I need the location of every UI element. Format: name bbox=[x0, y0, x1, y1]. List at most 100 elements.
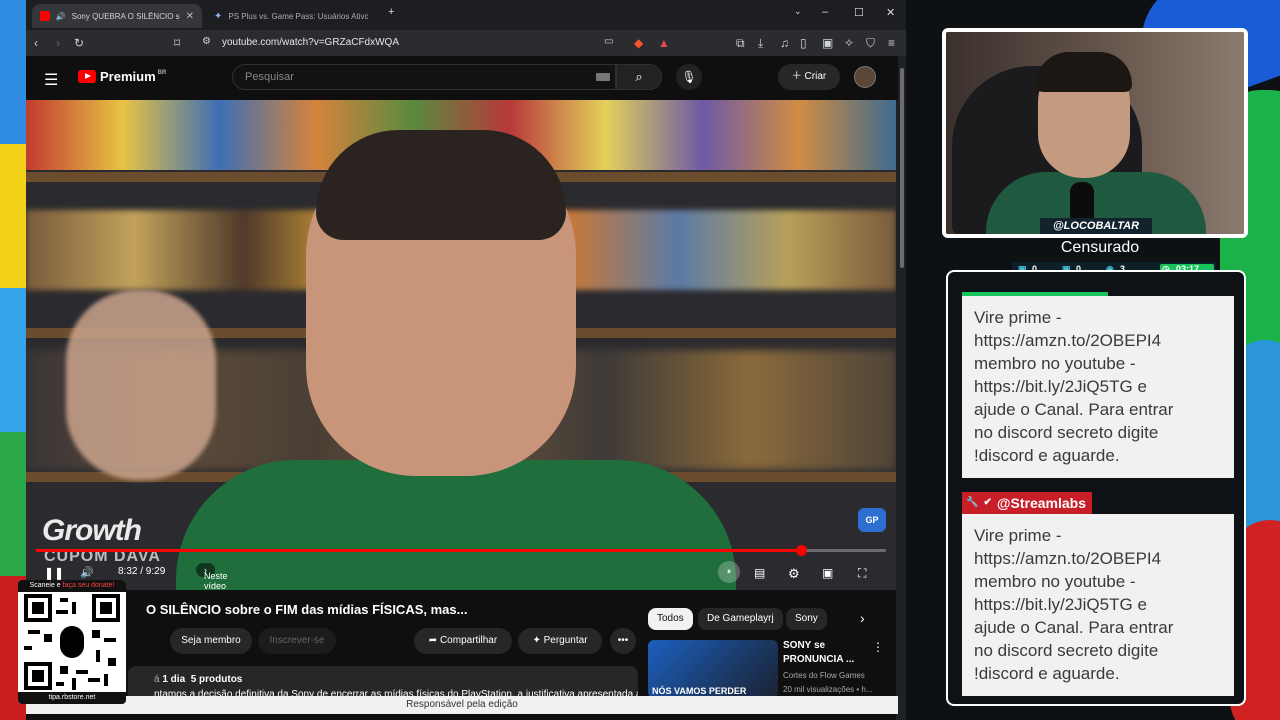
chip-channel[interactable]: De Gameplayrj bbox=[698, 608, 783, 630]
video-player[interactable]: Growth CUPOM DAVA GP ❚❚ 🔊 8:32 / 9:29 Ne… bbox=[26, 100, 896, 590]
download-icon[interactable]: ⤓ bbox=[758, 36, 763, 51]
cast-icon[interactable]: ▭ bbox=[604, 36, 613, 47]
search-button[interactable]: ⌕ bbox=[616, 64, 662, 90]
time-display: 8:32 / 9:29 bbox=[118, 566, 166, 577]
more-icon: ••• bbox=[617, 635, 629, 646]
streamer-hair bbox=[1036, 52, 1132, 92]
chevron-right-icon[interactable]: › bbox=[860, 610, 865, 626]
kebab-menu-icon[interactable]: ⋮ bbox=[872, 640, 884, 654]
close-tab-icon[interactable]: ✕ bbox=[186, 11, 194, 22]
message-line: no discord secreto digite bbox=[974, 423, 1159, 442]
sidebar-icon[interactable]: ▯ bbox=[800, 36, 807, 50]
upload-age: 1 dia bbox=[162, 674, 186, 685]
more-actions-button[interactable]: ••• bbox=[610, 628, 636, 654]
close-window-icon[interactable]: ✕ bbox=[886, 6, 895, 19]
message-line: Vire prime - bbox=[974, 308, 1062, 327]
tab-search-icon[interactable]: ⌄ bbox=[794, 6, 802, 17]
subtitles-icon[interactable]: ▤ bbox=[754, 566, 765, 580]
miniplayer-icon[interactable]: ▣ bbox=[822, 566, 833, 580]
recommended-title-line2[interactable]: PRONUNCIA ... bbox=[783, 654, 854, 665]
autoplay-toggle[interactable]: ⏸ bbox=[718, 561, 740, 583]
bookmark-icon[interactable]: ⌑ bbox=[174, 36, 180, 50]
video-info: O SILÊNCIO sobre o FIM das mídias FÍSICA… bbox=[26, 590, 898, 720]
message-line: https://bit.ly/2JiQ5TG e bbox=[974, 377, 1147, 396]
forward-icon[interactable]: › bbox=[56, 36, 60, 50]
video-controls: ❚❚ 🔊 8:32 / 9:29 Neste vídeo › ⏸ ▤ ⚙ ▣ ⛶ bbox=[26, 558, 896, 590]
chat-message: Vire prime - https://amzn.to/2OBEPI4 mem… bbox=[962, 514, 1234, 696]
tab-youtube[interactable]: 🔊 Sony QUEBRA O SILÊNCIO sobre o ✕ bbox=[32, 4, 202, 28]
tab-title: PS Plus vs. Game Pass: Usuários Ativos -… bbox=[228, 11, 369, 21]
menu-icon[interactable]: ≡ bbox=[888, 36, 895, 50]
sparkle-icon: ✦ bbox=[532, 635, 544, 646]
guide-menu-icon[interactable]: ☰ bbox=[44, 70, 58, 90]
voice-search-button[interactable]: 🎙 bbox=[676, 64, 702, 90]
reload-icon[interactable]: ↻ bbox=[74, 36, 84, 50]
chapter-button[interactable]: Neste vídeo › bbox=[196, 563, 228, 590]
streamer-handle: @LOCOBALTAR bbox=[1040, 218, 1152, 234]
create-label: Criar bbox=[804, 71, 827, 82]
channel-watermark[interactable]: GP bbox=[858, 508, 886, 532]
progress-bar[interactable] bbox=[36, 545, 886, 556]
brave-shield-icon[interactable]: ◆ bbox=[634, 36, 643, 50]
ask-button[interactable]: ✦ Perguntar bbox=[518, 628, 602, 654]
rewards-icon[interactable]: ▲ bbox=[658, 36, 670, 50]
youtube-favicon-icon bbox=[40, 11, 50, 21]
leo-icon[interactable]: ✧ bbox=[844, 36, 854, 50]
new-tab-icon[interactable]: + bbox=[388, 6, 394, 18]
tab-gemini[interactable]: ✦ PS Plus vs. Game Pass: Usuários Ativos… bbox=[206, 4, 386, 28]
scrubber-handle[interactable] bbox=[796, 545, 807, 556]
site-info-icon[interactable]: ⚙ bbox=[202, 36, 211, 47]
volume-icon[interactable]: 🔊 bbox=[80, 566, 94, 579]
region-code: BR bbox=[157, 69, 167, 76]
donate-qr-card: Scaneie e faça seu donate! tipa.rbstore.… bbox=[18, 580, 126, 704]
search-icon: ⌕ bbox=[635, 69, 643, 84]
search-input[interactable]: Pesquisar bbox=[232, 64, 616, 90]
wrench-icon: 🔧 bbox=[966, 497, 979, 508]
share-button[interactable]: ➦ Compartilhar bbox=[414, 628, 512, 654]
page-scrollbar[interactable] bbox=[898, 56, 906, 720]
description-meta-prefix: á bbox=[154, 674, 160, 685]
youtube-logo[interactable]: Premium BR bbox=[78, 69, 166, 84]
share-icon: ➦ bbox=[428, 635, 440, 646]
maximize-icon[interactable]: ☐ bbox=[854, 6, 864, 19]
subscribe-button[interactable]: Inscrever-se bbox=[258, 628, 336, 654]
logo-text: Premium bbox=[100, 69, 156, 84]
message-author: 🔧 ✔ @Streamlabs bbox=[962, 492, 1092, 514]
message-line: !discord e aguarde. bbox=[974, 446, 1120, 465]
message-line: https://bit.ly/2JiQ5TG e bbox=[974, 595, 1147, 614]
gemini-favicon-icon: ✦ bbox=[214, 11, 223, 22]
recommended-title-line1[interactable]: SONY se bbox=[783, 640, 825, 651]
progress-fill bbox=[36, 549, 801, 552]
wallet-icon[interactable]: ▣ bbox=[822, 36, 833, 50]
join-button[interactable]: Seja membro bbox=[170, 628, 252, 654]
pause-icon[interactable]: ❚❚ bbox=[44, 566, 64, 580]
settings-icon[interactable]: ⚙ bbox=[788, 566, 800, 582]
thumbnail-text: NÓS VAMOS PERDER bbox=[652, 686, 747, 696]
recommended-thumbnail[interactable]: NÓS VAMOS PERDER bbox=[648, 640, 778, 698]
keyboard-icon[interactable] bbox=[596, 73, 610, 81]
fullscreen-icon[interactable]: ⛶ bbox=[858, 566, 866, 581]
plus-icon: ＋ bbox=[791, 71, 805, 82]
chapter-label: Neste vídeo bbox=[204, 571, 228, 590]
address-bar[interactable]: youtube.com/watch?v=GRZaCFdxWQA bbox=[222, 37, 399, 48]
webcam-feed bbox=[942, 28, 1248, 238]
vpn-icon[interactable]: ⛉ bbox=[866, 36, 875, 51]
message-line: Vire prime - bbox=[974, 526, 1062, 545]
stream-status: Censurado bbox=[1060, 239, 1140, 256]
chat-message: Vire prime - https://amzn.to/2OBEPI4 mem… bbox=[962, 296, 1234, 478]
edit-credit-bar: Responsável pela edição bbox=[26, 696, 898, 714]
chip-all[interactable]: Todos bbox=[648, 608, 693, 630]
media-icon[interactable]: ♫ bbox=[780, 36, 789, 50]
qr-code bbox=[24, 594, 120, 690]
chip-sony[interactable]: Sony bbox=[786, 608, 827, 630]
minimize-icon[interactable]: – bbox=[822, 6, 828, 18]
share-label: Compartilhar bbox=[439, 635, 498, 646]
qr-footer: tipa.rbstore.net bbox=[18, 692, 126, 704]
extensions-icon[interactable]: ⧉ bbox=[736, 36, 745, 51]
account-avatar[interactable] bbox=[854, 66, 876, 88]
create-button[interactable]: ＋ Criar bbox=[778, 64, 840, 90]
recommended-views: 20 mil visualizações • h... bbox=[783, 685, 873, 694]
hand bbox=[66, 290, 216, 480]
back-icon[interactable]: ‹ bbox=[34, 36, 38, 50]
scrollbar-thumb[interactable] bbox=[900, 68, 904, 268]
